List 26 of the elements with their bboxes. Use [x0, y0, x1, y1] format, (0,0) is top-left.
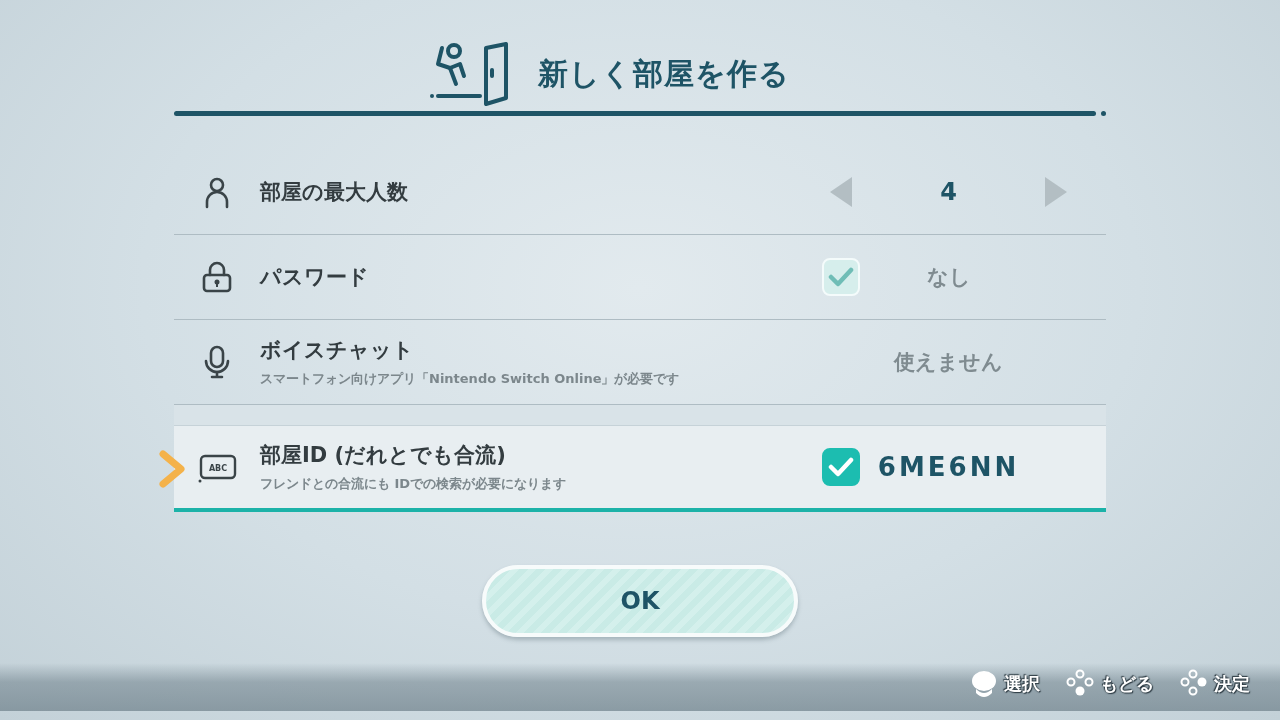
setting-note: フレンドとの合流にも IDでの検索が必要になります — [260, 475, 568, 493]
setting-value: 6ME6NN — [877, 452, 1020, 482]
checkmark-icon — [828, 456, 854, 478]
setting-value: 4 — [940, 178, 957, 206]
right-arrow-icon — [1043, 175, 1069, 209]
control-hint: 決定 — [1214, 672, 1250, 696]
ok-button[interactable]: OK — [482, 565, 798, 637]
checkmark-icon — [828, 266, 854, 288]
control-hint: もどる — [1100, 672, 1154, 696]
control-hint: 選択 — [1004, 672, 1040, 696]
setting-label: パスワード — [260, 264, 370, 291]
setting-value: 使えません — [894, 349, 1003, 376]
left-arrow-icon — [828, 175, 854, 209]
setting-row[interactable]: ABC 部屋ID (だれとでも合流) フレンドとの合流にも IDでの検索が必要になります 6ME6NN — [174, 426, 1106, 512]
checkbox[interactable] — [822, 448, 860, 486]
screen-title: 新しく部屋を作る — [538, 54, 790, 93]
setting-value: なし — [926, 264, 971, 291]
setting-row[interactable]: 部屋の最大人数 4 — [174, 150, 1106, 235]
setting-note: スマートフォン向けアプリ「Nintendo Switch Online」が必要です — [260, 370, 681, 388]
chevron-icon — [157, 450, 187, 488]
joystick-icon — [970, 669, 998, 699]
setting-label: 部屋ID (だれとでも合流) — [260, 442, 507, 469]
setting-label: 部屋の最大人数 — [260, 179, 409, 206]
setting-label: ボイスチャット — [260, 337, 415, 364]
person-door-icon — [430, 42, 508, 106]
lock-icon — [201, 261, 233, 293]
